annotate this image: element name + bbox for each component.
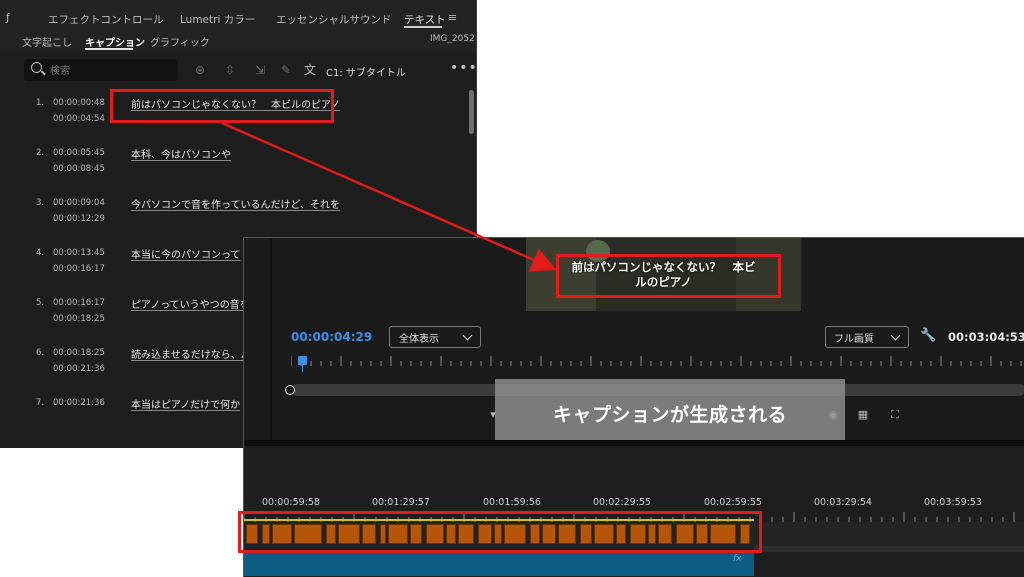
more-options-icon[interactable]: ••• <box>450 60 476 76</box>
caption-list-scrollbar[interactable] <box>469 90 474 134</box>
caption-text[interactable]: 本科、今はパソコンや <box>131 146 231 161</box>
caption-track-label[interactable]: C1: サブタイトル <box>326 64 406 79</box>
caption-text[interactable]: 本当はピアノだけで何か <box>131 396 240 411</box>
timeline-time-label: 00:02:59:55 <box>704 497 762 508</box>
merge-caption-icon[interactable]: ⇲ <box>252 62 268 78</box>
monitor-ruler[interactable] <box>291 356 1024 370</box>
caption-number: 5. <box>36 298 45 308</box>
annotation-overlay-text: キャプションが生成される <box>552 404 787 426</box>
tab-text[interactable]: テキスト <box>404 12 446 27</box>
caption-out-time: 00:00:16:17 <box>53 264 105 274</box>
search-input[interactable] <box>48 62 172 80</box>
panel-tab-bar: ƒ エフェクトコントロール Lumetri カラー エッセンシャルサウンド テキ… <box>0 0 476 28</box>
quality-select-value: フル画質 <box>834 334 874 345</box>
split-caption-icon[interactable]: ⇳ <box>222 62 238 78</box>
tab-lumetri-color[interactable]: Lumetri カラー <box>180 12 255 27</box>
caption-out-time: 00:00:08:45 <box>53 164 105 174</box>
caption-in-time: 00:00:09:04 <box>53 198 105 208</box>
timeline-time-label: 00:00:59:58 <box>262 497 320 508</box>
subtab-transcript[interactable]: 文字起こし <box>22 34 72 49</box>
timeline-time-label: 00:03:29:54 <box>814 497 872 508</box>
caption-in-time: 00:00:21:36 <box>53 398 105 408</box>
caption-row[interactable]: 3. 00:00:09:04 00:00:12:29 今パソコンで音を作っている… <box>0 190 470 240</box>
caption-in-time: 00:00:00:48 <box>53 98 105 108</box>
playhead-line <box>302 364 303 372</box>
vr-toggle-icon[interactable]: ⛶ <box>888 408 902 422</box>
current-timecode[interactable]: 00:00:04:29 <box>291 330 372 344</box>
subtab-captions[interactable]: キャプション <box>85 34 145 49</box>
panel-menu-icon[interactable]: ≡ <box>448 11 457 24</box>
highlight-caption-track <box>238 511 762 553</box>
compare-view-icon[interactable]: ▦ <box>856 408 870 422</box>
highlight-first-caption <box>110 89 334 123</box>
zoom-scrollbar-handle[interactable] <box>285 385 295 395</box>
caption-out-time: 00:00:04:54 <box>53 114 105 124</box>
fit-select[interactable]: 全体表示 <box>389 326 481 348</box>
add-caption-icon[interactable]: ⊕ <box>192 62 208 78</box>
chevron-down-icon <box>462 330 473 341</box>
caption-in-time: 00:00:05:45 <box>53 148 105 158</box>
caption-text[interactable]: 読み込ませるだけなら、パソ <box>131 346 261 361</box>
caption-in-time: 00:00:13:45 <box>53 248 105 258</box>
caption-number: 4. <box>36 248 45 258</box>
translate-icon[interactable]: 文 <box>302 62 318 78</box>
caption-text[interactable]: 今パソコンで音を作っているんだけど、それを <box>131 196 340 211</box>
timeline-time-label: 00:03:59:53 <box>924 497 982 508</box>
caption-number: 2. <box>36 148 45 158</box>
timeline-scrollbar[interactable] <box>754 546 1024 552</box>
caption-text[interactable]: ピアノっていうやつの音を <box>131 296 250 311</box>
caption-number: 7. <box>36 398 45 408</box>
chevron-down-icon <box>890 330 901 341</box>
highlight-video-subtitle <box>556 254 781 298</box>
timeline-time-label: 00:01:59:56 <box>483 497 541 508</box>
caption-out-time: 00:00:12:29 <box>53 214 105 224</box>
captions-toolbar: ⊕ ⇳ ⇲ ✎ 文 C1: サブタイトル ••• <box>0 56 476 86</box>
edit-pencil-icon[interactable]: ✎ <box>278 62 294 78</box>
text-subtab-bar: 文字起こし キャプション グラフィック IMG_2052 <box>0 28 476 52</box>
timeline-time-label: 00:02:29:55 <box>593 497 651 508</box>
caption-out-time: 00:00:21:36 <box>53 364 105 374</box>
playback-quality-select[interactable]: フル画質 <box>825 326 909 348</box>
tab-fx[interactable]: ƒ <box>6 12 10 24</box>
annotation-overlay: キャプションが生成される <box>495 379 845 447</box>
fit-select-value: 全体表示 <box>399 334 439 345</box>
caption-out-time: 00:00:18:25 <box>53 314 105 324</box>
fx-badge: fx <box>733 554 742 564</box>
caption-text[interactable]: 本当に今のパソコンって <box>131 246 241 261</box>
search-icon <box>31 62 42 73</box>
panel-divider <box>270 238 272 440</box>
wrench-icon[interactable]: 🔧 <box>920 328 936 343</box>
tab-essential-sound[interactable]: エッセンシャルサウンド <box>276 12 392 27</box>
caption-row[interactable]: 2. 00:00:05:45 00:00:08:45 本科、今はパソコンや <box>0 140 470 190</box>
caption-number: 1. <box>36 98 45 108</box>
active-subtab-indicator <box>85 48 133 50</box>
clip-name: IMG_2052 <box>430 34 475 44</box>
timeline-time-label: 00:01:29:57 <box>372 497 430 508</box>
search-box <box>24 59 178 81</box>
video-track-clip[interactable] <box>244 551 754 576</box>
caption-in-time: 00:00:16:17 <box>53 298 105 308</box>
caption-number: 3. <box>36 198 45 208</box>
caption-in-time: 00:00:18:25 <box>53 348 105 358</box>
subtab-graphics[interactable]: グラフィック <box>150 34 210 49</box>
tab-effect-controls[interactable]: エフェクトコントロール <box>48 12 164 27</box>
caption-number: 6. <box>36 348 45 358</box>
duration-timecode: 00:03:04:53 <box>948 330 1024 344</box>
